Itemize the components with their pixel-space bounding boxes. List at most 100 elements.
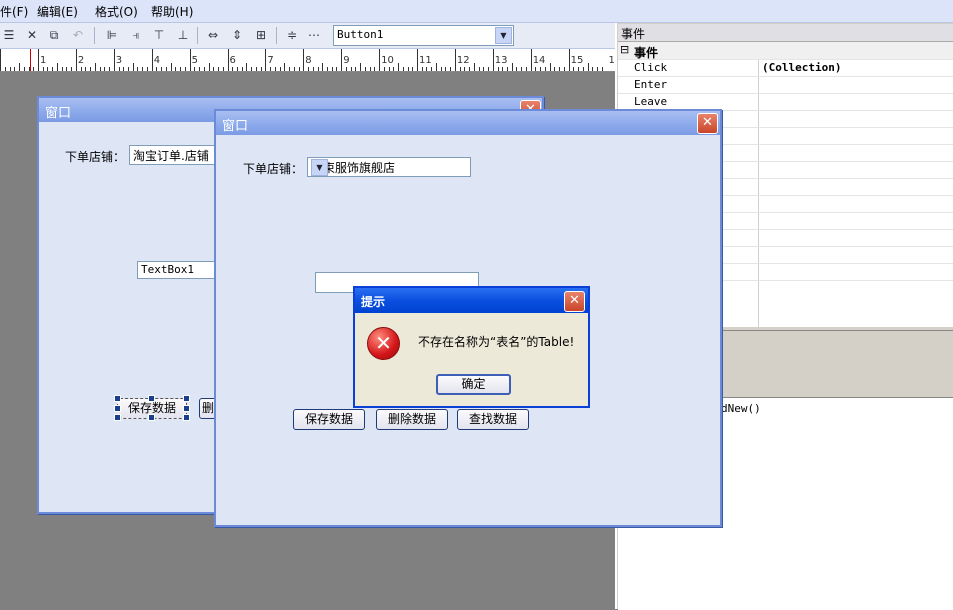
ruler-tick	[203, 67, 205, 71]
toolbar-separator	[276, 27, 277, 44]
menu-format[interactable]: 格式(O)	[95, 3, 138, 20]
close-icon[interactable]: ✕	[564, 291, 585, 312]
ruler-tick	[38, 49, 39, 71]
undo-icon[interactable]: ↶	[70, 27, 86, 43]
ruler-tick	[284, 63, 286, 71]
ruler-tick	[369, 67, 371, 71]
resize-handle[interactable]	[183, 414, 190, 421]
chevron-down-icon[interactable]: ▼	[311, 159, 328, 176]
delete-button-label: 删	[201, 401, 214, 415]
property-category[interactable]: ⊟ 事件	[618, 42, 953, 60]
property-row[interactable]: Click (Collection)	[618, 59, 953, 77]
align-top-icon[interactable]: ⊤	[151, 27, 167, 43]
control-selector-value: Button1	[337, 28, 384, 41]
find-button[interactable]: 查找数据	[457, 409, 529, 430]
property-value[interactable]: (Collection)	[762, 61, 841, 74]
menu-help[interactable]: 帮助(H)	[151, 3, 193, 20]
ruler-number: 6	[229, 55, 236, 66]
shop-combobox[interactable]: 淘宝订单.店铺	[129, 145, 221, 165]
ruler-tick	[71, 67, 73, 71]
ruler-tick	[488, 67, 490, 71]
ruler-tick	[341, 49, 343, 71]
copy-icon[interactable]: ⧉	[46, 27, 62, 43]
ok-button-label: 确定	[461, 377, 486, 391]
ruler-tick	[502, 67, 504, 71]
ruler: 12345678910111213141516	[0, 49, 621, 72]
size-height-icon[interactable]: ⇕	[229, 27, 245, 43]
spacing-v-icon[interactable]: ≑	[284, 27, 300, 43]
ruler-tick	[47, 67, 49, 71]
ruler-tick	[597, 67, 599, 71]
spacing-h-icon[interactable]: ⋯	[306, 27, 322, 43]
ruler-tick	[109, 67, 111, 71]
ruler-tick	[573, 67, 575, 71]
ruler-tick	[66, 67, 68, 71]
textbox[interactable]: TextBox1	[137, 261, 219, 279]
ruler-tick	[393, 67, 395, 71]
collapse-icon[interactable]: ⊟	[620, 43, 629, 56]
ruler-tick	[113, 49, 115, 71]
ruler-tick	[549, 63, 551, 71]
ruler-tick	[241, 67, 243, 71]
control-selector-dropdown[interactable]: Button1 ▼	[333, 25, 514, 46]
ruler-tick	[80, 67, 82, 71]
align-right-icon[interactable]: ⫣	[128, 27, 144, 43]
ruler-tick	[559, 67, 561, 71]
ruler-tick	[19, 63, 21, 71]
resize-handle[interactable]	[183, 395, 190, 402]
menu-edit[interactable]: 编辑(E)	[37, 3, 78, 20]
resize-handle[interactable]	[148, 414, 155, 421]
ruler-tick	[142, 67, 144, 71]
delete-button[interactable]: 删除数据	[376, 409, 448, 430]
ruler-tick	[222, 67, 224, 71]
ruler-tick	[270, 67, 272, 71]
shop-combobox[interactable]: 阿束服饰旗舰店 ▼	[307, 157, 471, 177]
ruler-tick	[331, 67, 333, 71]
ruler-tick	[4, 67, 6, 71]
ruler-tick	[146, 67, 148, 71]
ruler-tick	[421, 67, 423, 71]
ruler-tick	[104, 67, 106, 71]
resize-handle[interactable]	[148, 395, 155, 402]
textbox-value: TextBox1	[141, 263, 194, 276]
resize-handle[interactable]	[114, 395, 121, 402]
ruler-tick	[587, 63, 589, 71]
dialog-titlebar[interactable]: 提示 ✕	[355, 288, 588, 313]
ruler-tick	[94, 63, 96, 71]
ruler-tick	[511, 63, 513, 71]
ruler-tick	[582, 67, 584, 71]
front-form-titlebar[interactable]: 窗口 ✕	[216, 111, 720, 135]
ruler-tick	[445, 67, 447, 71]
align-left-icon[interactable]: ⊫	[104, 27, 120, 43]
ruler-tick	[180, 67, 182, 71]
save-button[interactable]: 保存数据	[293, 409, 365, 430]
cut-icon[interactable]: ✕	[24, 27, 40, 43]
align-icon[interactable]: ☰	[1, 27, 17, 43]
center-icon[interactable]: ⊞	[253, 27, 269, 43]
shop-label: 下单店铺：	[243, 162, 304, 176]
resize-handle[interactable]	[183, 405, 190, 412]
ok-button[interactable]: 确定	[436, 374, 511, 395]
ruler-tick	[0, 49, 2, 71]
align-bottom-icon[interactable]: ⊥	[175, 27, 191, 43]
ruler-tick	[255, 67, 257, 71]
resize-handle[interactable]	[114, 405, 121, 412]
ruler-number: 7	[267, 55, 274, 66]
close-icon[interactable]: ✕	[697, 113, 718, 134]
ruler-tick	[544, 67, 546, 71]
size-width-icon[interactable]: ⇔	[205, 27, 221, 43]
property-panel-title: 事件	[621, 27, 646, 41]
ruler-tick	[61, 67, 63, 71]
chevron-down-icon[interactable]: ▼	[495, 27, 512, 44]
ruler-number: 9	[343, 55, 350, 66]
property-row[interactable]: Enter	[618, 76, 953, 94]
resize-handle[interactable]	[114, 414, 121, 421]
error-dialog[interactable]: 提示 ✕ ✕ 不存在名称为“表名”的Table! 确定	[353, 286, 590, 408]
menu-file[interactable]: 件(F)	[0, 3, 28, 20]
ruler-tick	[554, 67, 556, 71]
ruler-tick	[407, 67, 409, 71]
ruler-number: 11	[419, 55, 432, 66]
ruler-tick	[170, 63, 172, 71]
ruler-tick	[156, 67, 158, 71]
ruler-tick	[312, 67, 314, 71]
